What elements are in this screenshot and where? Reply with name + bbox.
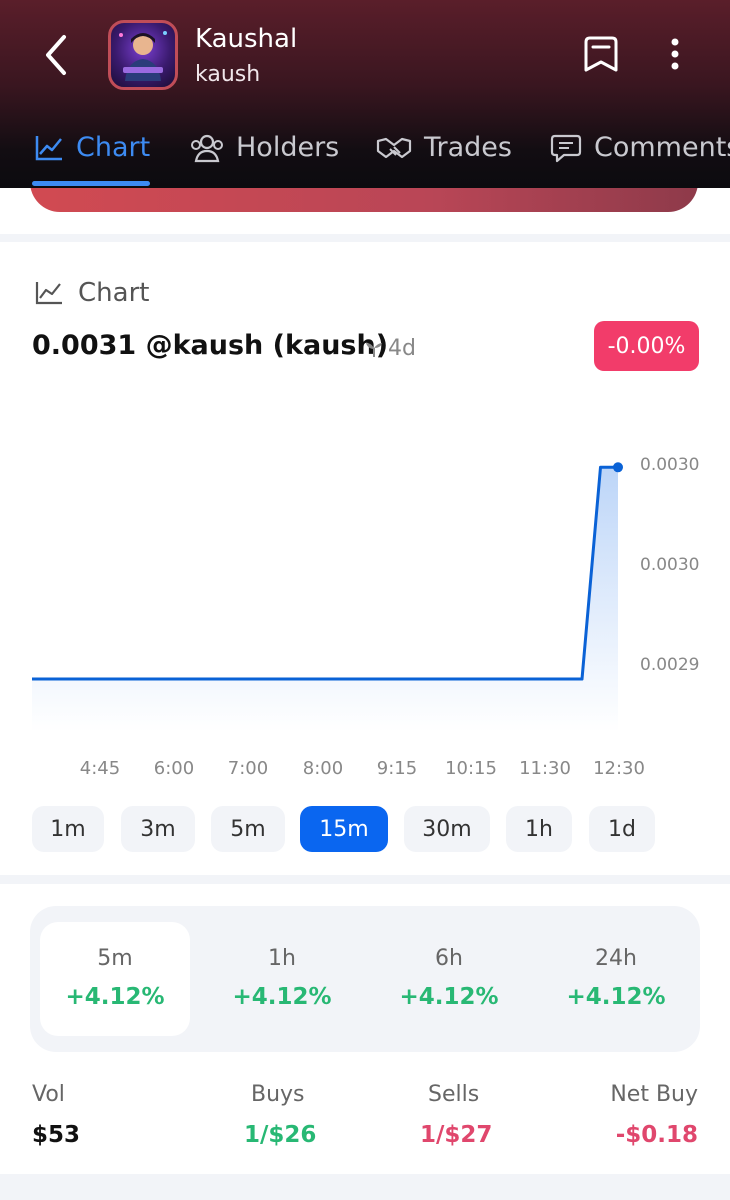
performance-change: +4.12%: [399, 984, 499, 1010]
more-vertical-icon: [671, 38, 679, 70]
timeframe-1h[interactable]: 1h: [506, 806, 572, 852]
net-buy-value: -$0.18: [615, 1122, 698, 1148]
performance-tab-6h[interactable]: 6h +4.12%: [374, 922, 524, 1036]
chart-section-header: Chart: [34, 278, 149, 308]
performance-change: +4.12%: [232, 984, 332, 1010]
tab-holders[interactable]: Holders: [190, 132, 339, 163]
performance-tab-5m[interactable]: 5m +4.12%: [40, 922, 190, 1036]
price-line: 0.0031 @kaush (kaush): [32, 330, 389, 361]
token-avatar[interactable]: [108, 20, 178, 90]
price-change-badge: -0.00%: [594, 321, 699, 371]
token-age: 4d: [364, 336, 416, 361]
price-chart[interactable]: 0.0030 0.0030 0.0029 4:45 6:00 7:00 8:00 9:15 1…: [0, 392, 730, 792]
back-button[interactable]: [36, 30, 76, 80]
buys-label: Buys: [251, 1082, 305, 1107]
token-age-value: 4d: [388, 336, 416, 361]
token-title: Kaushal: [195, 24, 298, 54]
handshake-icon: [376, 137, 412, 158]
performance-period: 1h: [268, 946, 296, 971]
token-symbol: kaush: [195, 62, 261, 87]
sprout-icon: [366, 342, 382, 357]
avatar-image: [119, 31, 167, 81]
y-tick-label: 0.0030: [640, 455, 699, 475]
x-tick-label: 11:30: [519, 758, 571, 779]
bookmark-icon: [584, 36, 618, 72]
chart-section-label: Chart: [78, 278, 150, 308]
stats-card: 5m +4.12% 1h +4.12% 6h +4.12% 24h +4.12% Vol $5…: [0, 884, 730, 1174]
chevron-left-icon: [46, 35, 66, 75]
performance-tab-24h[interactable]: 24h +4.12%: [541, 922, 691, 1036]
x-tick-label: 10:15: [445, 758, 497, 779]
performance-period: 5m: [97, 946, 133, 971]
users-icon: [191, 134, 223, 162]
timeframe-1d[interactable]: 1d: [589, 806, 655, 852]
tab-trades[interactable]: Trades: [376, 132, 512, 163]
x-tick-label: 9:15: [377, 758, 417, 779]
active-tab-indicator: [32, 181, 150, 186]
x-tick-label: 6:00: [154, 758, 194, 779]
line-chart-icon: [35, 282, 62, 305]
performance-tab-1h[interactable]: 1h +4.12%: [207, 922, 357, 1036]
price-line-series: [32, 465, 618, 681]
top-strip: [0, 188, 730, 234]
timeframe-5m[interactable]: 5m: [211, 806, 285, 852]
performance-change: +4.12%: [65, 984, 165, 1010]
x-tick-label: 4:45: [80, 758, 120, 779]
more-menu-button[interactable]: [660, 34, 690, 78]
sells-label: Sells: [428, 1082, 480, 1107]
performance-change: +4.12%: [566, 984, 666, 1010]
sells-value: 1/$27: [420, 1122, 493, 1148]
tab-holders-label: Holders: [236, 132, 340, 163]
token-header: Kaushal kaush Chart Holders Trades Comme…: [0, 0, 730, 188]
last-price-point: [613, 462, 623, 473]
performance-period: 24h: [595, 946, 637, 971]
x-tick-label: 7:00: [228, 758, 268, 779]
vol-label: Vol: [32, 1082, 65, 1107]
x-tick-label: 8:00: [303, 758, 343, 779]
performance-period: 6h: [435, 946, 463, 971]
timeframe-15m[interactable]: 15m: [300, 806, 388, 852]
timeframe-1m[interactable]: 1m: [32, 806, 104, 852]
price-area-fill: [32, 467, 618, 732]
y-tick-label: 0.0029: [640, 655, 699, 675]
chart-card: Chart 0.0031 @kaush (kaush) 4d -0.00% 0.…: [0, 242, 730, 875]
timeframe-selector: 1m 3m 5m 15m 30m 1h 1d: [0, 806, 730, 854]
tab-chart[interactable]: Chart: [34, 132, 150, 163]
tab-chart-label: Chart: [76, 132, 151, 163]
x-tick-label: 12:30: [593, 758, 645, 779]
tab-trades-label: Trades: [424, 132, 512, 163]
bookmark-button[interactable]: [582, 34, 622, 78]
comment-icon: [550, 134, 582, 162]
performance-tabs: 5m +4.12% 1h +4.12% 6h +4.12% 24h +4.12%: [30, 906, 700, 1052]
timeframe-3m[interactable]: 3m: [121, 806, 195, 852]
tab-comments[interactable]: Comments: [550, 132, 730, 163]
buys-value: 1/$26: [244, 1122, 317, 1148]
line-chart-icon: [35, 135, 62, 160]
timeframe-30m[interactable]: 30m: [404, 806, 490, 852]
net-buy-label: Net Buy: [610, 1082, 698, 1107]
vol-value: $53: [32, 1122, 81, 1148]
tab-bar: Chart Holders Trades Comments: [0, 112, 730, 188]
y-tick-label: 0.0030: [640, 555, 699, 575]
tab-comments-label: Comments: [594, 132, 730, 163]
